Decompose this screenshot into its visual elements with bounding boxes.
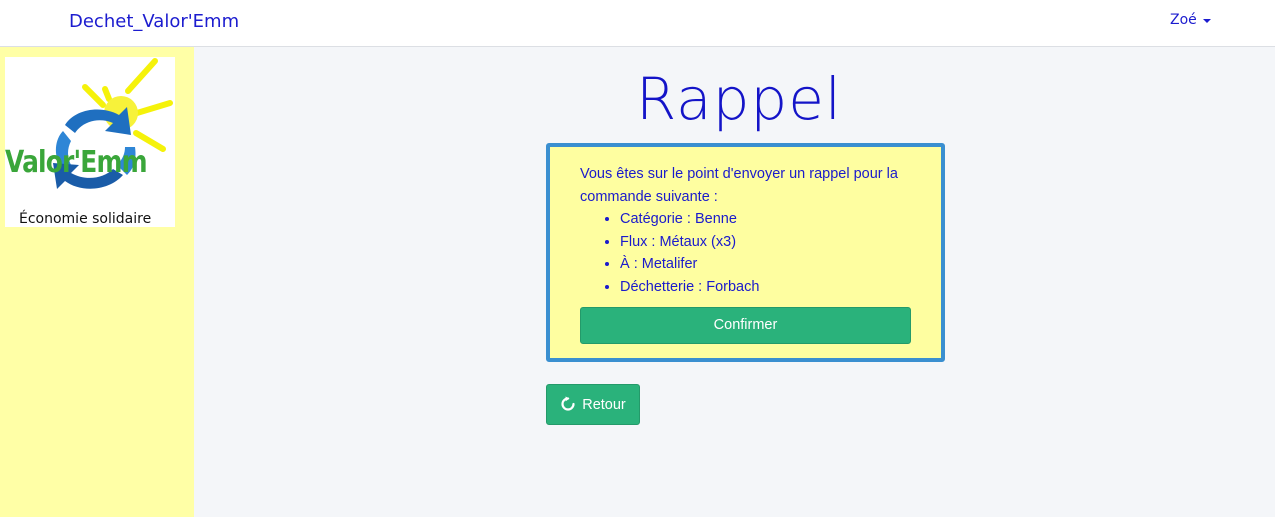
- top-navbar: Dechet_Valor'Emm Zoé: [0, 0, 1275, 47]
- reminder-confirmation-box: Vous êtes sur le point d'envoyer un rapp…: [546, 143, 945, 362]
- refresh-icon: [561, 396, 575, 411]
- detail-dechetterie: Déchetterie : Forbach: [620, 276, 911, 299]
- logo-text: Valor'Emm: [5, 145, 148, 180]
- logo-graphic: [53, 58, 173, 189]
- back-button[interactable]: Retour: [546, 384, 640, 425]
- user-menu-dropdown[interactable]: Zoé: [1170, 12, 1211, 28]
- main-content: Rappel Vous êtes sur le point d'envoyer …: [194, 47, 1275, 517]
- back-button-label: Retour: [582, 396, 626, 413]
- order-details-list: Catégorie : Benne Flux : Métaux (x3) À :…: [620, 208, 911, 298]
- detail-category: Catégorie : Benne: [620, 208, 911, 231]
- sidebar: Valor'Emm Économie solidaire: [0, 47, 194, 517]
- page-title: Rappel: [636, 65, 842, 133]
- detail-recipient: À : Metalifer: [620, 253, 911, 276]
- valoremm-logo: Valor'Emm Économie solidaire: [5, 57, 175, 227]
- reminder-message: Vous êtes sur le point d'envoyer un rapp…: [580, 166, 898, 205]
- caret-down-icon: [1202, 19, 1211, 23]
- detail-flux: Flux : Métaux (x3): [620, 231, 911, 254]
- user-name: Zoé: [1170, 12, 1197, 28]
- brand-link[interactable]: Dechet_Valor'Emm: [69, 11, 239, 32]
- logo-subtitle: Économie solidaire: [19, 211, 152, 227]
- confirm-button[interactable]: Confirmer: [580, 307, 911, 344]
